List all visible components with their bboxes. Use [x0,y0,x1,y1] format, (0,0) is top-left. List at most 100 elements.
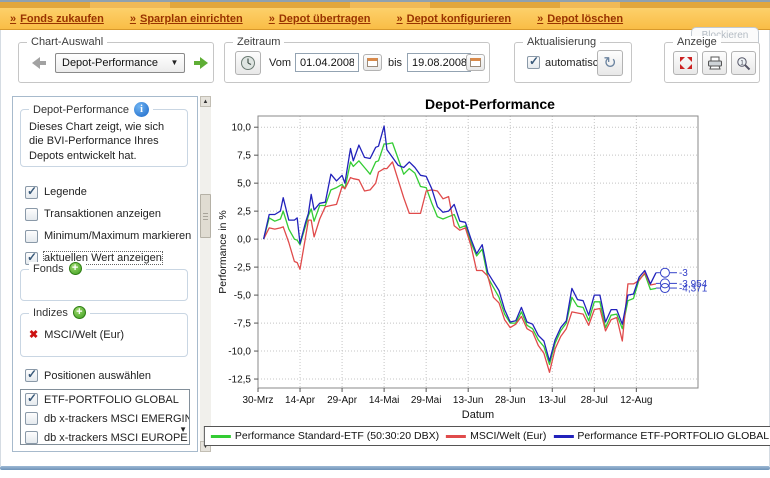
svg-text:-2,5: -2,5 [234,263,252,274]
option-min-max[interactable]: Minimum/Maximum markieren [25,227,191,245]
zoom-reset-button[interactable]: 1 [731,51,756,75]
chart-info-title: Depot-Performance [33,104,129,116]
fonds-box: Fonds [20,269,188,301]
fullscreen-button[interactable] [673,51,698,75]
legend-label: MSCI/Welt (Eur) [470,430,546,442]
listbox-scroll-down-icon[interactable]: ▼ [179,425,187,434]
menu-link-depot-uebertragen[interactable]: »Depot übertragen [269,13,371,25]
svg-text:28-Jun: 28-Jun [495,395,526,406]
menu-link-label: Sparplan einrichten [140,13,243,25]
indizes-legend: Indizes [33,307,68,319]
bis-label: bis [388,57,402,69]
automatisch-checkbox[interactable] [527,56,540,69]
legend-marker-blue [553,435,573,438]
svg-text:2,5: 2,5 [237,207,251,218]
legende-checkbox[interactable] [25,186,38,199]
sidebar-scrollbar[interactable]: ▲ ▼ [200,96,211,452]
chart-legend: Performance Standard-ETF (50:30:20 DBX) … [204,426,770,446]
position-label: db x-trackers MSCI EUROPE TRN IN [44,432,189,444]
prev-chart-arrow-icon[interactable] [31,56,47,70]
option-label: Legende [44,186,87,198]
scrollbar-thumb[interactable] [200,194,211,238]
window-bottom-frame [0,466,770,470]
option-legende[interactable]: Legende [25,183,87,201]
legend-marker-red [446,435,466,438]
chart-auswahl-legend: Chart-Auswahl [27,36,107,48]
menu-bullet: » [397,13,403,25]
position-label: ETF-PORTFOLIO GLOBAL [44,394,179,406]
bis-date-input[interactable] [407,53,471,72]
refresh-button[interactable]: ↻ [597,50,623,76]
svg-text:10,0: 10,0 [232,123,252,134]
svg-text:13-Jun: 13-Jun [453,395,484,406]
index-label: MSCI/Welt (Eur) [44,329,124,341]
position-checkbox[interactable] [25,412,38,425]
menu-link-depot-konfigurieren[interactable]: »Depot konfigurieren [397,13,512,25]
transaktionen-checkbox[interactable] [25,208,38,221]
position-checkbox[interactable] [25,431,38,444]
svg-text:-7,5: -7,5 [234,319,252,330]
add-fonds-icon[interactable] [69,262,82,275]
magnifier-icon: 1 [736,56,751,71]
chart-options-sidebar: Depot-Performance Dieses Chart zeigt, wi… [12,96,198,452]
vom-date-input[interactable] [295,53,359,72]
list-item[interactable]: db x-trackers MSCI EUROPE TRN IN [21,428,189,445]
fonds-legend: Fonds [33,263,64,275]
list-item[interactable]: ETF-PORTFOLIO GLOBAL [21,390,189,409]
anzeige-legend: Anzeige [673,36,721,48]
option-label: Minimum/Maximum markieren [44,230,191,242]
legend-item: Performance ETF-PORTFOLIO GLOBAL [553,430,769,442]
position-label: db x-trackers MSCI EMERGING MARK [44,413,189,425]
svg-text:Performance in %: Performance in % [217,210,229,293]
menu-link-fonds-zukaufen[interactable]: » Fonds zukaufen [10,13,104,25]
positionen-auswaehlen-row[interactable]: Positionen auswählen [25,369,151,382]
menu-link-label: Fonds zukaufen [20,13,104,25]
remove-index-icon[interactable] [29,328,38,341]
chart-info-description: Dieses Chart zeigt, wie sich die BVI-Per… [21,110,187,167]
scroll-up-button[interactable]: ▲ [200,96,211,107]
chart-info-title-row: Depot-Performance [29,102,153,117]
legend-label: Performance ETF-PORTFOLIO GLOBAL [577,430,769,442]
menu-bullet: » [269,13,275,25]
info-icon[interactable] [134,102,149,117]
option-transaktionen[interactable]: Transaktionen anzeigen [25,205,161,223]
aktualisierung-legend: Aktualisierung [523,36,600,48]
anzeige-group: Anzeige 1 [664,42,760,83]
svg-text:-3: -3 [679,268,688,279]
bis-calendar-button[interactable] [466,54,485,71]
svg-text:Datum: Datum [462,409,494,421]
chart-type-selected-value: Depot-Performance [62,57,158,69]
add-index-icon[interactable] [73,306,86,319]
menu-link-sparplan-einrichten[interactable]: »Sparplan einrichten [130,13,243,25]
legend-item: Performance Standard-ETF (50:30:20 DBX) [211,430,439,442]
legend-item: MSCI/Welt (Eur) [446,430,546,442]
indizes-legend-row: Indizes [29,306,90,319]
chart-title: Depot-Performance [214,96,766,112]
zeitraum-legend: Zeitraum [233,36,284,48]
svg-text:-4,371: -4,371 [679,284,708,295]
calendar-icon [470,58,481,67]
menu-bullet: » [10,13,16,25]
svg-text:-5,0: -5,0 [234,291,252,302]
svg-text:28-Jul: 28-Jul [581,395,608,406]
svg-text:7,5: 7,5 [237,151,251,162]
next-chart-arrow-icon[interactable] [193,56,209,70]
position-checkbox[interactable] [25,393,38,406]
menu-link-depot-loeschen[interactable]: »Depot löschen [537,13,623,25]
print-button[interactable] [702,51,727,75]
menu-bullet: » [537,13,543,25]
min-max-checkbox[interactable] [25,230,38,243]
chart-auswahl-group: Chart-Auswahl Depot-Performance ▼ [18,42,214,83]
fonds-legend-row: Fonds [29,262,86,275]
clock-button[interactable] [235,51,261,75]
svg-text:30-Mrz: 30-Mrz [242,395,273,406]
positionen-checkbox[interactable] [25,369,38,382]
menubar: »Fonds zukaufen »Sparplan einrichten »De… [0,8,770,30]
frame-left [0,30,1,466]
list-item[interactable]: db x-trackers MSCI EMERGING MARK [21,409,189,428]
vom-calendar-button[interactable] [363,54,382,71]
zeitraum-group: Zeitraum Vom bis [224,42,490,83]
svg-text:13-Jul: 13-Jul [539,395,566,406]
performance-line-chart: 10,07,55,02,50,0-2,5-5,0-7,5-10,0-12,530… [214,112,766,422]
chart-type-select[interactable]: Depot-Performance ▼ [55,53,185,73]
